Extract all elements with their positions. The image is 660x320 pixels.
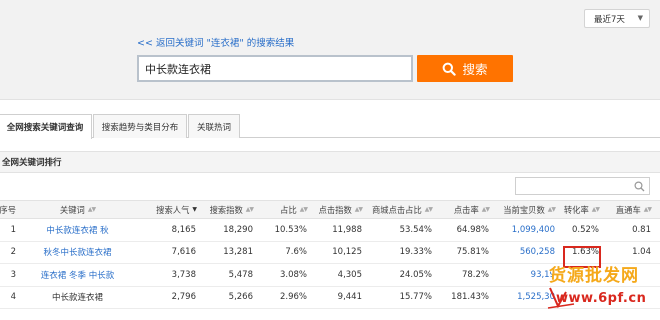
table-header: 序号 关键词 ▲▼ 搜索人气 ▼ 搜索指数 ▲▼ 占比 ▲▼ 点击指数 ▲▼ 商城点击占比… <box>0 200 660 219</box>
header-items-label: 当前宝贝数 <box>503 204 545 215</box>
tab-search-trend[interactable]: 搜索趋势与类目分布 <box>93 114 187 138</box>
header-items[interactable]: 当前宝贝数 ▲▼ <box>500 201 556 218</box>
row-idx: 3 <box>10 269 16 280</box>
search-input[interactable]: 中长款连衣裙 <box>137 55 413 82</box>
row-mall-share: 24.05% <box>399 269 432 280</box>
row-idx: 4 <box>10 292 16 303</box>
row-index: 5,478 <box>228 269 253 280</box>
panel-title: 全网关键词排行 <box>0 151 660 173</box>
date-range-label: 最近7天 <box>594 14 625 25</box>
sort-icon: ▲▼ <box>481 206 490 213</box>
row-ctr: 75.81% <box>456 247 489 258</box>
search-button-label: 搜索 <box>462 62 488 77</box>
row-index: 18,290 <box>223 224 253 235</box>
sort-icon: ▲▼ <box>424 206 433 213</box>
row-popularity: 3,738 <box>171 269 196 280</box>
header-index-label: 搜索指数 <box>209 204 243 215</box>
row-idx: 2 <box>10 247 16 258</box>
header-share-label: 占比 <box>280 204 297 215</box>
tab-bar: 全网搜索关键词查询 搜索趋势与类目分布 关联热词 <box>0 114 660 139</box>
search-button[interactable]: 搜索 <box>417 55 513 82</box>
sort-icon: ▲▼ <box>354 206 363 213</box>
row-popularity: 7,616 <box>171 247 196 258</box>
row-click-index: 9,441 <box>337 292 362 303</box>
header-index[interactable]: 搜索指数 ▲▼ <box>200 201 254 218</box>
row-cvr: 0.52% <box>571 224 599 235</box>
header-train-label: 直通车 <box>615 204 641 215</box>
row-idx: 1 <box>10 224 16 235</box>
row-keyword-link[interactable]: 连衣裙 冬季 中长款 <box>30 264 125 286</box>
search-icon <box>443 62 457 76</box>
watermark-logo-text: 货源批发网 <box>549 266 639 286</box>
date-range-select[interactable]: 最近7天 ▼ <box>584 9 650 28</box>
row-popularity: 8,165 <box>171 224 196 235</box>
row-ctr: 64.98% <box>456 224 489 235</box>
header-cvr[interactable]: 转化率 ▲▼ <box>560 201 600 218</box>
header-click-index-label: 点击指数 <box>318 204 352 215</box>
chevron-down-icon: ▼ <box>637 14 643 22</box>
row-mall-share: 53.54% <box>399 224 432 235</box>
row-mall-share: 15.77% <box>399 292 432 303</box>
watermark-url: www.6pf.cn <box>556 291 647 306</box>
row-keyword-link[interactable]: 秋冬中长款连衣裙 <box>30 242 125 264</box>
row-keyword-link[interactable]: 中长款连衣裙 秋 <box>30 219 125 241</box>
row-train: 0.81 <box>632 224 651 235</box>
header-mall-share-label: 商城点击占比 <box>371 204 422 215</box>
sort-desc-icon: ▼ <box>192 206 197 213</box>
header-keyword[interactable]: 关键词 ▲▼ <box>30 201 125 218</box>
header-ctr[interactable]: 点击率 ▲▼ <box>437 201 490 218</box>
row-popularity: 2,796 <box>171 292 196 303</box>
sort-icon: ▲▼ <box>643 206 652 213</box>
row-index: 13,281 <box>223 247 253 258</box>
header-share[interactable]: 占比 ▲▼ <box>260 201 308 218</box>
header-mall-share[interactable]: 商城点击占比 ▲▼ <box>370 201 433 218</box>
search-panel: 最近7天 ▼ << 返回关键词 "连衣裙" 的搜索结果 中长款连衣裙 搜索 <box>0 0 660 100</box>
row-ctr: 78.2% <box>461 269 489 280</box>
header-keyword-label: 关键词 <box>59 204 85 215</box>
row-mall-share: 19.33% <box>399 247 432 258</box>
row-ctr: 181.43% <box>451 292 489 303</box>
header-idx: 序号 <box>0 204 16 215</box>
tab-keyword-query[interactable]: 全网搜索关键词查询 <box>0 114 92 139</box>
table-row: 1 中长款连衣裙 秋 8,165 18,290 10.53% 11,988 53… <box>0 219 660 242</box>
row-click-index: 10,125 <box>332 247 362 258</box>
search-icon[interactable] <box>634 181 645 192</box>
header-cvr-label: 转化率 <box>563 204 589 215</box>
row-items-link[interactable]: 1,099,400 <box>500 219 555 241</box>
back-to-results-link[interactable]: << 返回关键词 "连衣裙" 的搜索结果 <box>137 35 294 49</box>
row-keyword: 中长款连衣裙 <box>51 293 103 304</box>
sort-icon: ▲▼ <box>591 206 600 213</box>
tab-related-hotwords[interactable]: 关联热词 <box>188 114 240 138</box>
row-click-index: 4,305 <box>337 269 362 280</box>
header-click-index[interactable]: 点击指数 ▲▼ <box>315 201 363 218</box>
header-popularity-label: 搜索人气 <box>156 204 190 215</box>
row-share: 7.6% <box>285 247 307 258</box>
row-train: 1.04 <box>632 247 651 258</box>
sort-icon: ▲▼ <box>299 206 308 213</box>
header-popularity[interactable]: 搜索人气 ▼ <box>140 201 197 218</box>
header-ctr-label: 点击率 <box>453 204 479 215</box>
row-index: 5,266 <box>228 292 253 303</box>
row-share: 3.08% <box>279 269 307 280</box>
row-share: 2.96% <box>279 292 307 303</box>
sort-icon: ▲▼ <box>547 206 556 213</box>
row-items-link[interactable]: 93,19 <box>500 264 555 286</box>
row-share: 10.53% <box>274 224 307 235</box>
header-train[interactable]: 直通车 ▲▼ <box>612 201 652 218</box>
row-items-link[interactable]: 560,258 <box>500 242 555 264</box>
sort-icon: ▲▼ <box>87 206 96 213</box>
sort-icon: ▲▼ <box>245 206 254 213</box>
filter-input[interactable] <box>515 177 650 195</box>
row-click-index: 11,988 <box>332 224 362 235</box>
